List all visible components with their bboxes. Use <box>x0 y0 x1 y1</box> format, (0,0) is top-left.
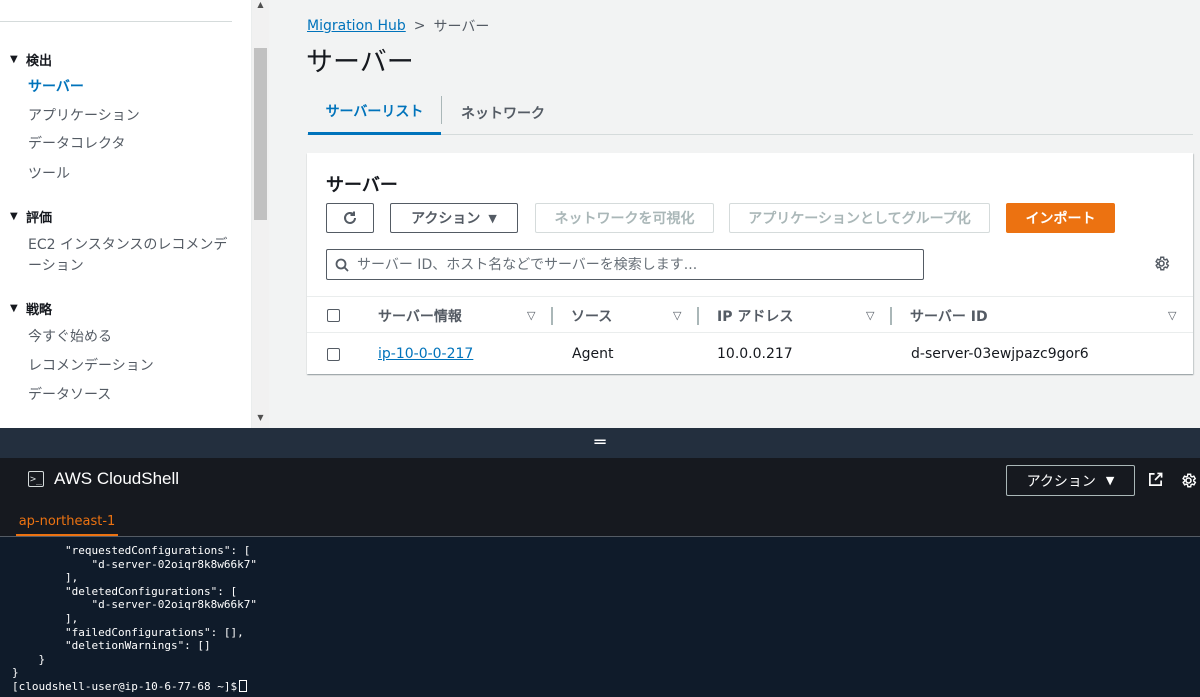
sidebar-item-data-collectors[interactable]: データコレクタ <box>28 134 125 155</box>
row-checkbox[interactable] <box>327 348 340 361</box>
cloudshell-panel: >_ AWS CloudShell アクション ▼ ap-northeast-1… <box>0 458 1200 697</box>
sidebar-item-servers[interactable]: サーバー <box>28 77 84 98</box>
caret-down-icon: ▼ <box>10 211 18 222</box>
nav-section-title: 戦略 <box>26 303 53 318</box>
group-as-application-button[interactable]: アプリケーションとしてグループ化 <box>729 203 990 233</box>
nav-section-discover[interactable]: ▼ 検出 <box>10 50 52 69</box>
sidebar-item-applications[interactable]: アプリケーション <box>28 106 140 127</box>
sidebar-item-tools[interactable]: ツール <box>28 164 70 185</box>
column-resizer[interactable] <box>551 307 553 325</box>
refresh-icon <box>344 211 356 224</box>
gear-icon <box>1155 256 1170 271</box>
breadcrumb-link-migration-hub[interactable]: Migration Hub <box>307 18 406 34</box>
column-header-server-info[interactable]: サーバー情報 <box>378 297 462 334</box>
servers-panel: サーバー アクション ▼ ネットワークを可視化 アプリケーションとしてグループ化… <box>307 153 1193 374</box>
terminal-line: "d-server-02oiqr8k8w66k7" <box>12 598 258 612</box>
breadcrumb: Migration Hub > サーバー <box>307 16 489 36</box>
visualize-network-button[interactable]: ネットワークを可視化 <box>535 203 714 233</box>
column-header-ip-address[interactable]: IP アドレス <box>717 297 793 334</box>
side-navigation: ▼ 検出 サーバー アプリケーション データコレクタ ツール ▼ 評価 EC2 … <box>0 0 252 428</box>
terminal-line: ], <box>12 611 79 625</box>
terminal-cursor <box>239 679 248 692</box>
page-title: サーバー <box>306 47 414 78</box>
sidebar-item-label: ーション <box>28 258 84 274</box>
cell-source: Agent <box>572 346 614 362</box>
scroll-down-icon[interactable]: ▼ <box>252 413 269 422</box>
terminal-line: } <box>12 666 19 680</box>
nav-section-title: 評価 <box>26 211 53 226</box>
scrollbar-thumb[interactable] <box>254 48 267 220</box>
sort-icon[interactable]: ▽ <box>1168 309 1176 322</box>
column-resizer[interactable] <box>890 307 892 325</box>
terminal-line: "failedConfigurations": [], <box>12 625 244 639</box>
terminal-prompt-line[interactable]: [cloudshell-user@ip-10-6-77-68 ~]$ <box>12 679 1192 694</box>
import-button[interactable]: インポート <box>1006 203 1115 233</box>
terminal-icon: >_ <box>28 471 44 487</box>
caret-down-icon: ▼ <box>488 211 497 225</box>
terminal-line: ], <box>12 571 79 585</box>
tab-network[interactable]: ネットワーク <box>442 90 564 135</box>
terminal-output[interactable]: "requestedConfigurations": [ "d-server-0… <box>12 544 1192 694</box>
gear-icon <box>1182 473 1197 488</box>
sidebar-item-label: EC2 インスタンスのレコメンデ <box>28 237 228 253</box>
sidebar-divider <box>0 21 232 22</box>
cloudshell-title-text: AWS CloudShell <box>54 469 180 488</box>
sidebar-scrollbar[interactable]: ▲ ▼ <box>252 0 269 428</box>
panel-title: サーバー <box>326 175 398 196</box>
caret-down-icon: ▼ <box>10 303 18 314</box>
cloudshell-title: >_ AWS CloudShell <box>28 469 179 489</box>
table-settings-button[interactable] <box>1153 255 1170 276</box>
tab-server-list[interactable]: サーバーリスト <box>308 90 441 135</box>
table-header: サーバー情報 ▽ ソース ▽ IP アドレス ▽ サーバー ID ▽ <box>307 296 1193 333</box>
search-icon <box>335 258 349 272</box>
sort-icon[interactable]: ▽ <box>866 309 874 322</box>
tab-bar: サーバーリスト ネットワーク <box>307 90 1193 135</box>
cloudshell-action-button[interactable]: アクション ▼ <box>1006 465 1135 496</box>
nav-section-strategy[interactable]: ▼ 戦略 <box>10 299 52 318</box>
cloudshell-resize-handle[interactable]: ═ <box>0 428 1200 458</box>
nav-section-title: 検出 <box>26 54 53 69</box>
caret-down-icon: ▼ <box>10 54 18 65</box>
column-header-server-id[interactable]: サーバー ID <box>910 297 988 334</box>
chevron-right-icon: > <box>413 18 426 34</box>
refresh-button[interactable] <box>326 203 374 233</box>
column-resizer[interactable] <box>697 307 699 325</box>
tab-underline-divider <box>0 536 1200 537</box>
migration-hub-console: ▼ 検出 サーバー アプリケーション データコレクタ ツール ▼ 評価 EC2 … <box>0 0 1200 428</box>
terminal-line: "deletedConfigurations": [ <box>12 584 238 598</box>
sidebar-item-data-sources[interactable]: データソース <box>28 385 111 406</box>
nav-section-assess[interactable]: ▼ 評価 <box>10 207 52 226</box>
caret-down-icon: ▼ <box>1105 474 1115 487</box>
action-button-label: アクション <box>1026 473 1096 490</box>
sort-icon[interactable]: ▽ <box>673 309 681 322</box>
action-dropdown-button[interactable]: アクション ▼ <box>390 203 518 233</box>
terminal-line: } <box>12 652 46 666</box>
scroll-up-icon[interactable]: ▲ <box>252 0 269 9</box>
terminal-line: "d-server-02oiqr8k8w66k7" <box>12 557 258 571</box>
terminal-line: "deletionWarnings": [] <box>12 639 211 653</box>
server-search-field[interactable] <box>326 249 924 280</box>
tab-region-ap-northeast-1[interactable]: ap-northeast-1 <box>16 508 118 537</box>
action-button-label: アクション <box>411 211 481 227</box>
terminal-prompt: [cloudshell-user@ip-10-6-77-68 ~]$ <box>12 679 238 693</box>
cloudshell-header: >_ AWS CloudShell アクション ▼ ap-northeast-1 <box>0 458 1200 537</box>
search-input[interactable] <box>357 256 897 273</box>
cloudshell-settings-button[interactable] <box>1180 472 1197 493</box>
sidebar-item-ec2-recommendations[interactable]: EC2 インスタンスのレコメンデ ーション <box>28 235 227 277</box>
sidebar-item-recommendations[interactable]: レコメンデーション <box>28 356 154 377</box>
drag-handle-icon: ═ <box>594 432 606 453</box>
table-row: ip-10-0-0-217 Agent 10.0.0.217 d-server-… <box>307 334 1193 374</box>
breadcrumb-current: サーバー <box>433 19 490 35</box>
cell-server-info: ip-10-0-0-217 <box>378 334 473 374</box>
terminal-line: "requestedConfigurations": [ <box>12 544 251 557</box>
open-new-tab-button[interactable] <box>1148 472 1163 491</box>
cell-ip-address: 10.0.0.217 <box>717 346 793 362</box>
select-all-checkbox[interactable] <box>327 309 340 322</box>
external-link-icon <box>1149 472 1163 486</box>
sidebar-item-get-started[interactable]: 今すぐ始める <box>28 327 112 348</box>
column-header-source[interactable]: ソース <box>571 297 612 334</box>
server-link[interactable]: ip-10-0-0-217 <box>378 346 473 362</box>
cell-server-id: d-server-03ewjpazc9gor6 <box>911 346 1089 362</box>
sort-icon[interactable]: ▽ <box>527 309 535 322</box>
